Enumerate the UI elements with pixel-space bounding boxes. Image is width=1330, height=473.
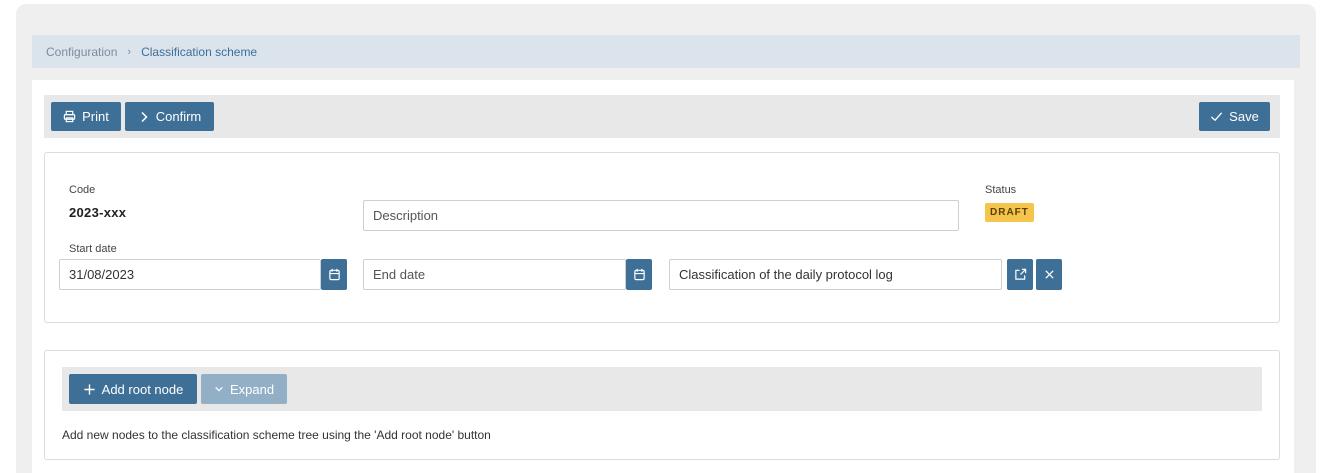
expand-label: Expand (229, 381, 275, 397)
status-badge: DRAFT (985, 203, 1034, 222)
printer-icon (63, 110, 76, 123)
calendar-icon (328, 268, 340, 281)
breadcrumb-configuration[interactable]: Configuration (46, 45, 117, 59)
start-date-input[interactable]: 31/08/2023 (59, 259, 321, 290)
breadcrumb-separator: › (127, 45, 132, 58)
save-label: Save (1229, 109, 1259, 124)
print-label: Print (82, 109, 109, 124)
expand-button[interactable]: Expand (201, 374, 287, 404)
chevron-down-icon (215, 386, 223, 392)
breadcrumb: Configuration › Classification scheme (32, 35, 1300, 68)
action-toolbar: Print Confirm Save (44, 95, 1280, 138)
tree-panel: Add root node Expand Add new nodes to th… (44, 350, 1280, 460)
tree-toolbar: Add root node Expand (62, 367, 1262, 411)
add-root-node-label: Add root node (101, 381, 184, 397)
print-button[interactable]: Print (51, 102, 121, 131)
start-date-picker-button[interactable] (321, 259, 347, 290)
start-date-label: Start date (69, 243, 117, 255)
classification-field[interactable]: Classification of the daily protocol log (669, 259, 1002, 290)
main-card: Print Confirm Save Code 2023-xxx Descrip… (32, 80, 1294, 473)
end-date-picker-button[interactable] (626, 259, 652, 290)
clear-classification-button[interactable] (1036, 259, 1062, 290)
details-panel: Code 2023-xxx Description Status DRAFT S… (44, 152, 1280, 323)
end-date-input[interactable]: End date (363, 259, 626, 290)
code-value: 2023-xxx (69, 205, 127, 220)
add-root-node-button[interactable]: Add root node (69, 374, 197, 404)
confirm-button[interactable]: Confirm (125, 102, 214, 131)
open-classification-button[interactable] (1007, 259, 1033, 290)
check-icon (1211, 112, 1223, 122)
description-input[interactable]: Description (363, 200, 959, 231)
save-button[interactable]: Save (1199, 102, 1270, 131)
status-label: Status (985, 184, 1017, 196)
chevron-right-icon (141, 111, 148, 122)
close-icon (1044, 270, 1054, 279)
breadcrumb-current: Classification scheme (141, 44, 258, 59)
external-link-icon (1014, 268, 1026, 280)
confirm-label: Confirm (155, 109, 202, 124)
plus-icon (84, 383, 95, 395)
tree-hint-text: Add new nodes to the classification sche… (62, 428, 491, 442)
calendar-icon (633, 268, 645, 281)
code-label: Code (69, 184, 96, 196)
